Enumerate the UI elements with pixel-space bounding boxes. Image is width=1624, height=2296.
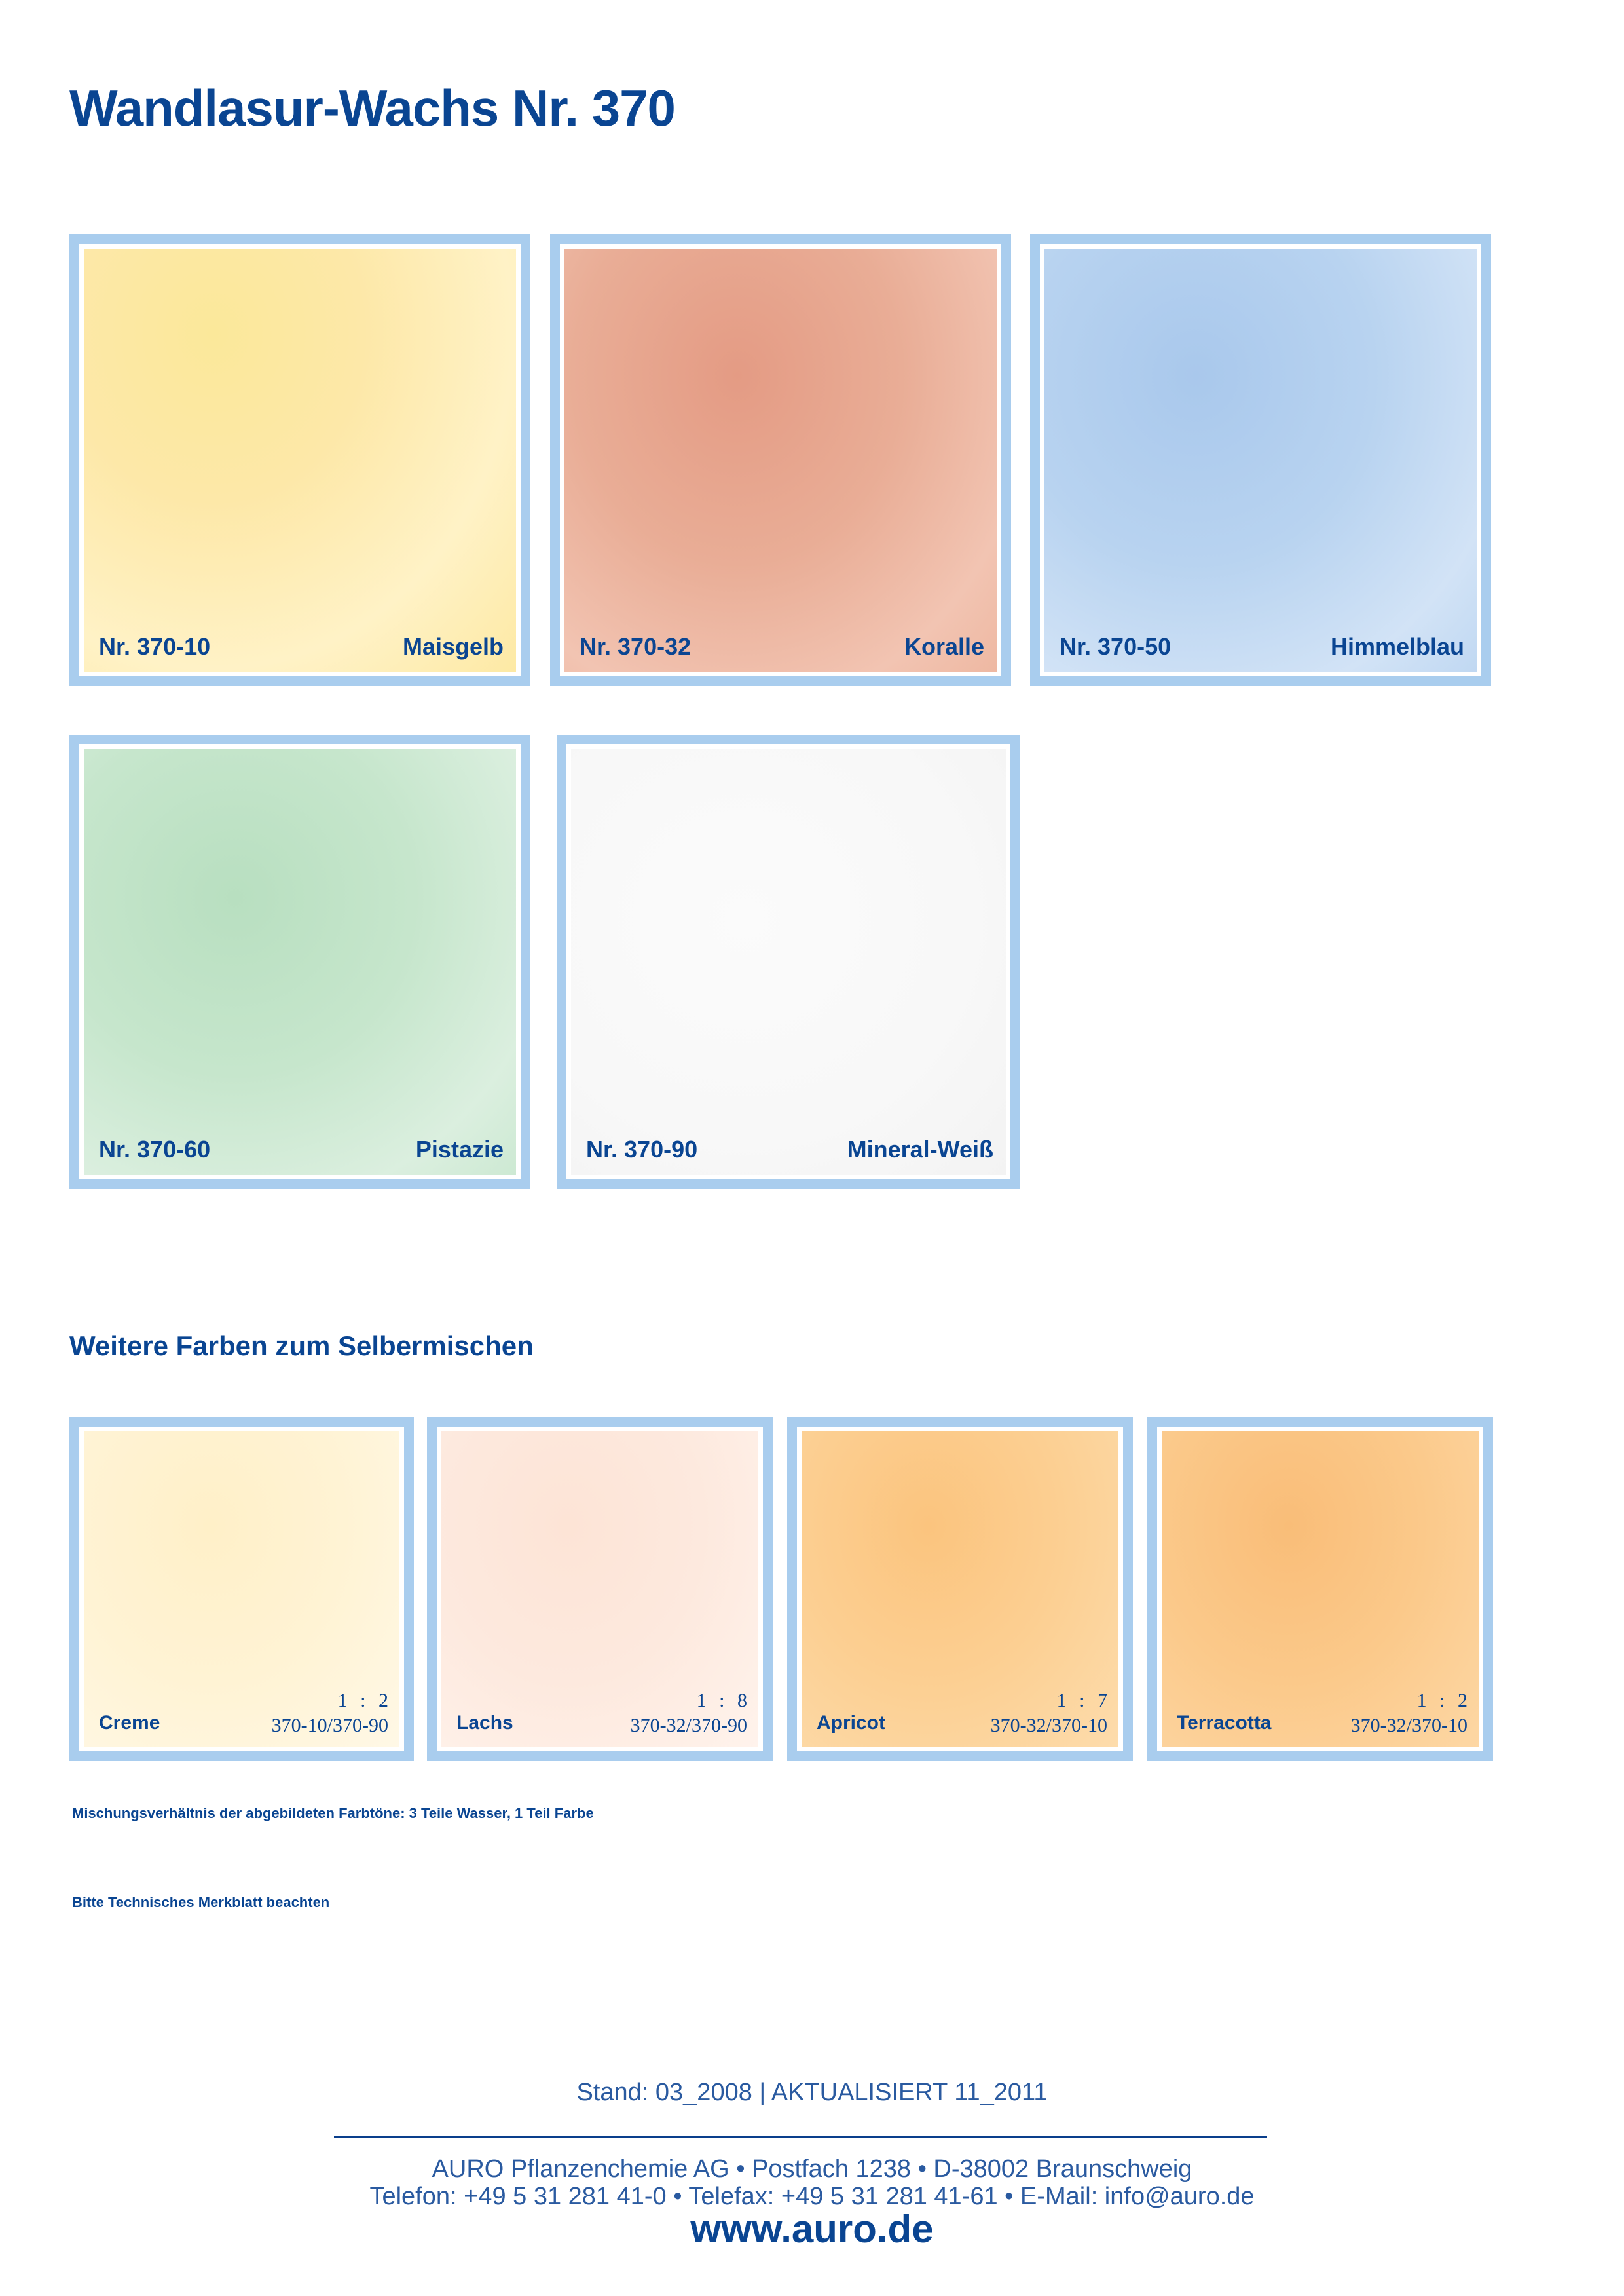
swatch-name: Mineral-Weiß — [847, 1136, 993, 1163]
swatch-name: Koralle — [904, 633, 984, 660]
mix-codes: 370-32/370-10 — [990, 1715, 1107, 1736]
footer-divider — [334, 2136, 1267, 2138]
swatch-code: Nr. 370-90 — [586, 1136, 698, 1163]
swatch-mineral-weiss: Nr. 370-90 Mineral-Weiß — [557, 735, 1020, 1189]
mix-section-heading: Weitere Farben zum Selbermischen — [69, 1330, 534, 1361]
mix-ratio: 1 : 8 — [696, 1690, 747, 1711]
swatch-color-fill — [84, 249, 516, 672]
swatch-color-fill — [571, 749, 1006, 1175]
swatch-code: Nr. 370-10 — [99, 633, 211, 660]
swatch-code: Nr. 370-60 — [99, 1136, 211, 1163]
mix-codes: 370-32/370-90 — [630, 1715, 747, 1736]
mixing-note: Mischungsverhältnis der abgebildeten Far… — [72, 1805, 594, 1821]
swatch-maisgelb: Nr. 370-10 Maisgelb — [69, 234, 530, 686]
mix-swatch-apricot: Apricot 1 : 7 370-32/370-10 — [787, 1417, 1133, 1761]
mix-swatch-lachs: Lachs 1 : 8 370-32/370-90 — [427, 1417, 773, 1761]
mix-swatch-terracotta: Terracotta 1 : 2 370-32/370-10 — [1147, 1417, 1493, 1761]
mix-codes: 370-32/370-10 — [1350, 1715, 1467, 1736]
swatch-code: Nr. 370-50 — [1060, 633, 1172, 660]
swatch-color-fill — [564, 249, 997, 672]
swatch-code: Nr. 370-32 — [580, 633, 692, 660]
swatch-koralle: Nr. 370-32 Koralle — [550, 234, 1011, 686]
mix-ratio: 1 : 7 — [1056, 1690, 1107, 1711]
swatch-color-fill — [1044, 249, 1477, 672]
mix-name: Lachs — [456, 1712, 513, 1734]
mix-ratio: 1 : 2 — [1416, 1690, 1467, 1711]
mix-name: Apricot — [817, 1712, 885, 1734]
stand-date: Stand: 03_2008 | AKTUALISIERT 11_2011 — [576, 2079, 1048, 2106]
merkblatt-note: Bitte Technisches Merkblatt beachten — [72, 1894, 330, 1910]
mix-swatch-creme: Creme 1 : 2 370-10/370-90 — [69, 1417, 414, 1761]
company-address: AURO Pflanzenchemie AG • Postfach 1238 •… — [432, 2155, 1192, 2183]
mix-ratio: 1 : 2 — [337, 1690, 388, 1711]
mix-name: Creme — [99, 1712, 160, 1734]
mix-name: Terracotta — [1177, 1712, 1272, 1734]
swatch-name: Himmelblau — [1330, 633, 1464, 660]
website-link[interactable]: www.auro.de — [0, 2206, 1624, 2251]
swatch-color-fill — [84, 749, 516, 1175]
swatch-pistazie: Nr. 370-60 Pistazie — [69, 735, 530, 1189]
swatch-name: Pistazie — [415, 1136, 504, 1163]
mix-codes: 370-10/370-90 — [271, 1715, 388, 1736]
swatch-name: Maisgelb — [402, 633, 504, 660]
page-title: Wandlasur-Wachs Nr. 370 — [69, 79, 676, 137]
swatch-himmelblau: Nr. 370-50 Himmelblau — [1030, 234, 1491, 686]
